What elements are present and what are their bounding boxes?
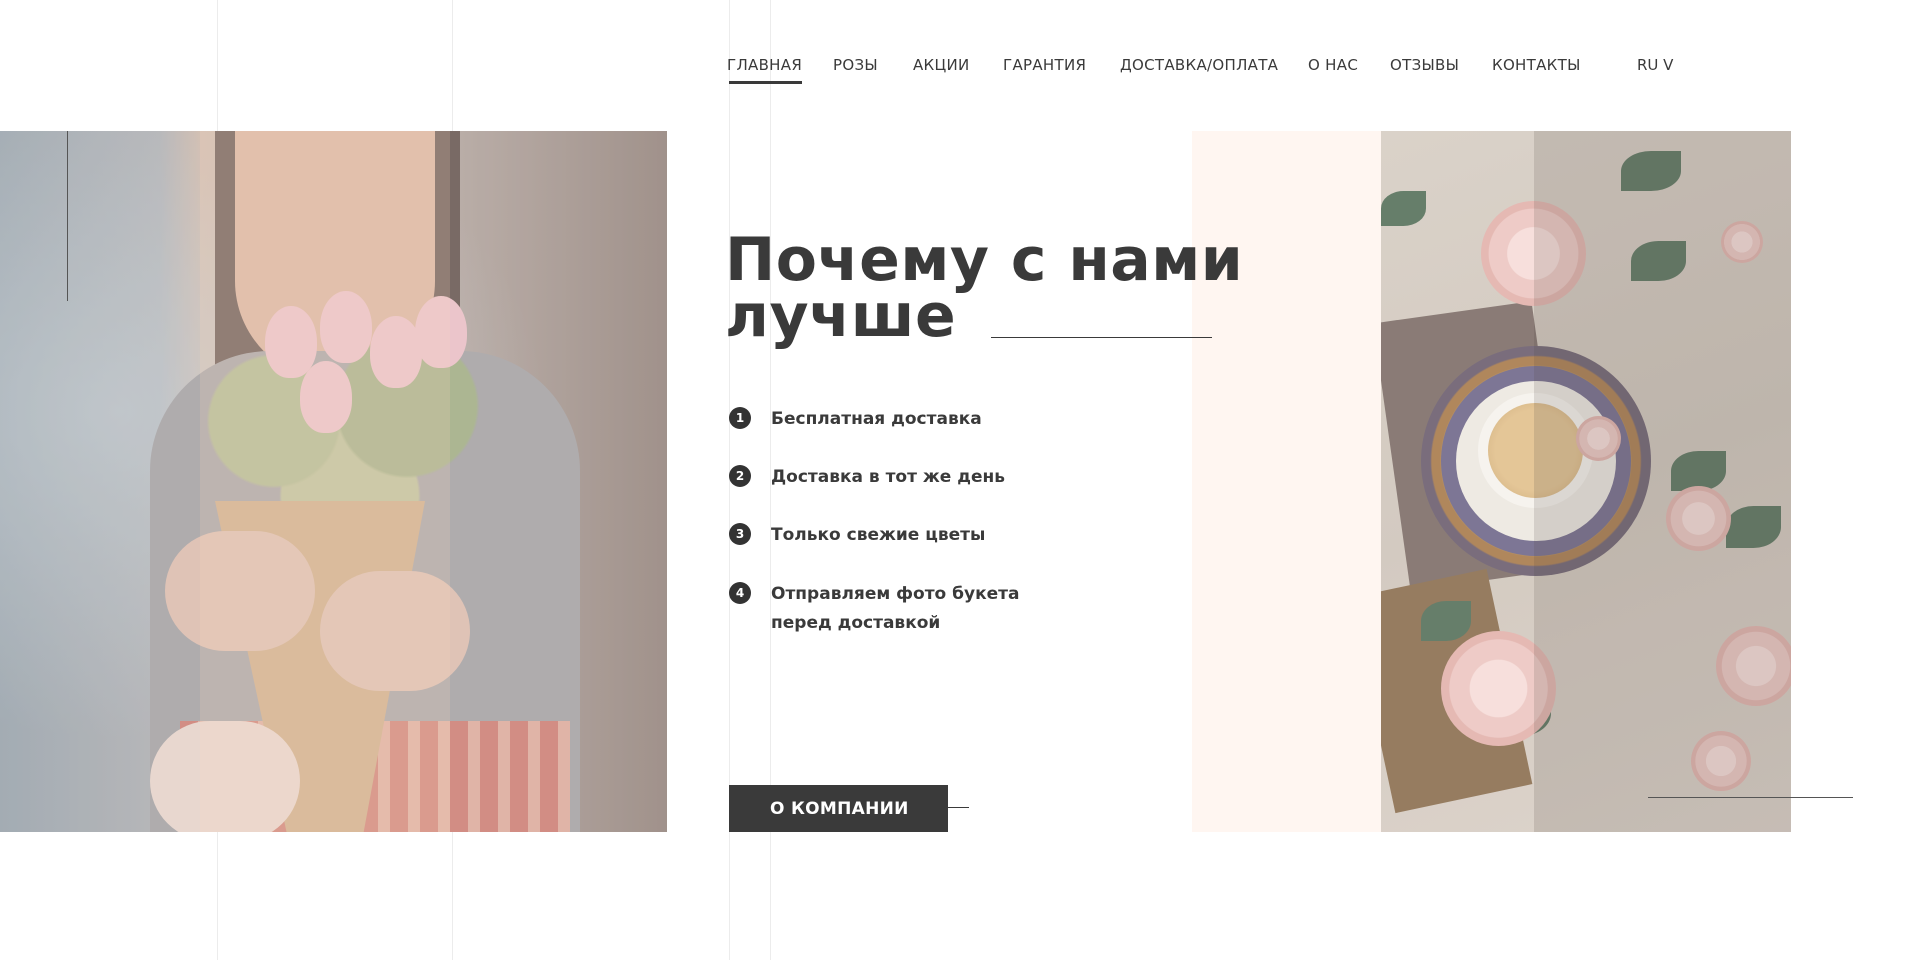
page-title: Почему с нами лучше (725, 225, 1244, 351)
list-item: 3 Только свежие цветы (729, 521, 1031, 550)
feature-text: Только свежие цветы (771, 525, 986, 545)
list-item: 4 Отправляем фото букета перед доставкой (729, 580, 1031, 638)
about-company-button[interactable]: О КОМПАНИИ (729, 785, 948, 832)
nav-item-promotions[interactable]: АКЦИИ (913, 56, 970, 74)
number-badge: 1 (729, 407, 751, 429)
nav-item-reviews[interactable]: ОТЗЫВЫ (1390, 56, 1459, 74)
nav-item-guarantee[interactable]: ГАРАНТИЯ (1003, 56, 1086, 74)
number-badge: 3 (729, 523, 751, 545)
decorative-line (1648, 797, 1853, 798)
nav-item-about[interactable]: О НАС (1308, 56, 1358, 74)
decorative-line (67, 131, 68, 301)
button-decorative-line (924, 807, 969, 808)
tea-roses-photo (1381, 131, 1791, 832)
heading-underline (991, 337, 1212, 338)
nav-item-home[interactable]: ГЛАВНАЯ (727, 56, 803, 84)
number-badge: 2 (729, 465, 751, 487)
nav-item-delivery-payment[interactable]: ДОСТАВКА/ОПЛАТА (1120, 56, 1278, 74)
bouquet-photo (0, 131, 667, 832)
list-item: 2 Доставка в тот же день (729, 463, 1031, 492)
feature-text: Отправляем фото букета перед доставкой (771, 584, 1020, 633)
number-badge: 4 (729, 582, 751, 604)
feature-text: Доставка в тот же день (771, 467, 1006, 487)
list-item: 1 Бесплатная доставка (729, 405, 1031, 434)
nav-item-contacts[interactable]: КОНТАКТЫ (1492, 56, 1581, 74)
feature-text: Бесплатная доставка (771, 409, 982, 429)
nav-item-roses[interactable]: РОЗЫ (833, 56, 878, 74)
language-selector[interactable]: RU V (1637, 56, 1673, 74)
